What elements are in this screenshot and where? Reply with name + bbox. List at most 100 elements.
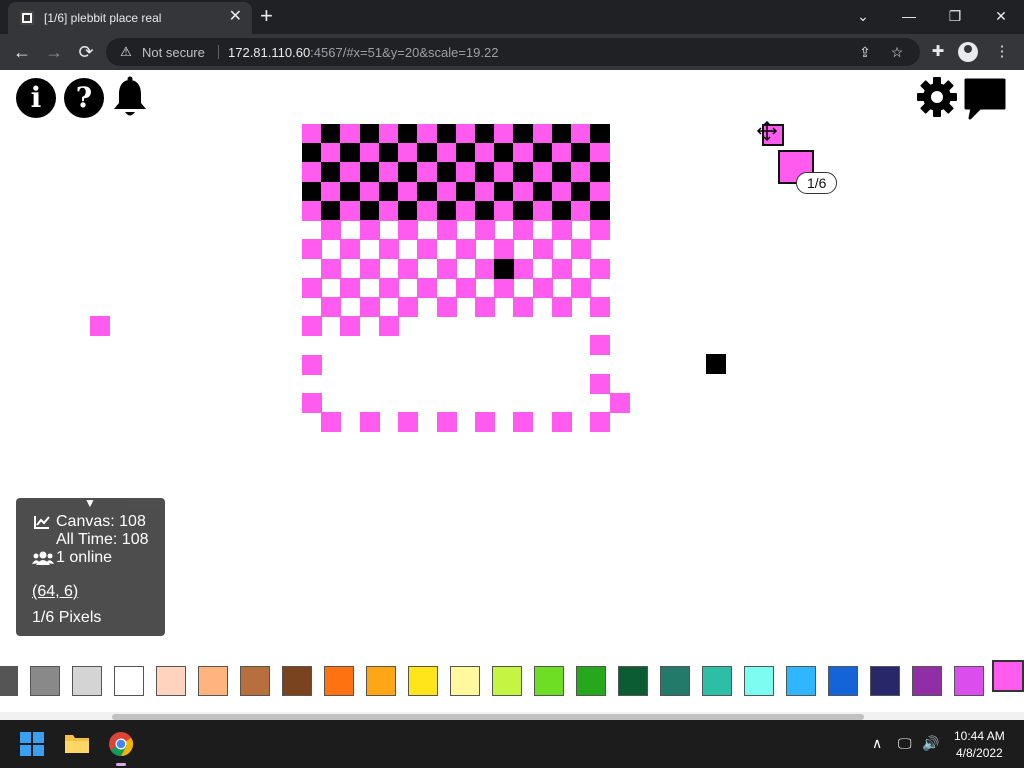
palette-swatch[interactable] [156, 666, 186, 696]
browser-tab[interactable]: [1/6] plebbit place real ✕ [8, 2, 252, 34]
chrome-icon[interactable] [108, 731, 134, 757]
canvas-pixel [474, 296, 495, 317]
canvas-pixel [571, 239, 592, 260]
new-tab-button[interactable]: + [260, 4, 273, 28]
all-time-count: All Time: 108 [56, 531, 149, 548]
tab-close-button[interactable]: ✕ [229, 8, 242, 26]
profile-icon[interactable] [958, 42, 978, 62]
close-window-button[interactable]: ✕ [986, 4, 1016, 28]
security-label[interactable]: Not secure [142, 45, 205, 60]
canvas-pixel [436, 220, 457, 241]
palette-swatch[interactable] [450, 666, 480, 696]
palette-swatch[interactable] [744, 666, 774, 696]
collapse-chevron-icon[interactable]: ▼ [84, 496, 96, 510]
users-icon [32, 551, 54, 565]
tab-search-button[interactable]: ⌄ [848, 4, 878, 28]
gear-icon[interactable] [916, 76, 958, 118]
pixel-counter-badge: 1/6 [796, 172, 838, 194]
canvas-pixel [474, 258, 495, 279]
canvas-pixel [474, 220, 495, 241]
canvas-pixel [590, 200, 611, 221]
extensions-icon[interactable]: ✚ [926, 40, 950, 64]
canvas-pixel [513, 143, 534, 164]
windows-start-icon[interactable] [20, 732, 44, 756]
canvas-pixel [551, 220, 572, 241]
canvas-pixel [398, 296, 419, 317]
bell-icon[interactable] [110, 76, 150, 120]
palette-swatch[interactable] [408, 666, 438, 696]
info-button[interactable]: i [16, 78, 56, 118]
canvas-pixel [398, 143, 419, 164]
palette-swatch[interactable] [992, 660, 1024, 692]
minimize-button[interactable]: — [894, 4, 924, 28]
palette-swatch[interactable] [786, 666, 816, 696]
palette-swatch[interactable] [912, 666, 942, 696]
palette-swatch[interactable] [0, 666, 18, 696]
palette-swatch[interactable] [492, 666, 522, 696]
canvas-pixel [417, 200, 438, 221]
canvas-pixel [513, 220, 534, 241]
canvas-pixel [436, 143, 457, 164]
palette-swatch[interactable] [576, 666, 606, 696]
palette-swatch[interactable] [702, 666, 732, 696]
palette-swatch[interactable] [870, 666, 900, 696]
palette-swatch[interactable] [282, 666, 312, 696]
palette-swatch[interactable] [954, 666, 984, 696]
palette-swatch[interactable] [534, 666, 564, 696]
chart-icon [34, 516, 50, 529]
pixels-remaining: 1/6 Pixels [32, 609, 102, 626]
canvas-pixel [302, 162, 322, 183]
url-host: 172.81.110.60 [228, 45, 311, 60]
canvas-pixel [571, 277, 592, 298]
palette-swatch[interactable] [198, 666, 228, 696]
chat-icon[interactable] [962, 76, 1008, 120]
palette-swatch[interactable] [324, 666, 354, 696]
menu-icon[interactable]: ⋮ [990, 40, 1014, 64]
volume-icon[interactable]: 🔊 [922, 733, 939, 753]
share-icon[interactable]: ⇪ [856, 43, 874, 61]
canvas-pixel [398, 124, 419, 144]
canvas-pixel [513, 162, 534, 183]
clock-time[interactable]: 10:44 AM [954, 729, 1005, 743]
canvas-pixel [571, 200, 592, 221]
url-text[interactable]: 172.81.110.60:4567/#x=51&y=20&scale=19.2… [228, 45, 498, 60]
canvas-pixel [590, 335, 611, 356]
palette-swatch[interactable] [366, 666, 396, 696]
network-icon[interactable]: 🖵 [898, 733, 912, 753]
star-icon[interactable]: ☆ [888, 43, 906, 61]
coordinates-link[interactable]: (64, 6) [32, 583, 78, 601]
clock-date[interactable]: 4/8/2022 [956, 746, 1003, 760]
active-app-indicator [116, 763, 126, 766]
canvas-pixel [302, 200, 322, 221]
palette-swatch[interactable] [30, 666, 60, 696]
palette-swatch[interactable] [114, 666, 144, 696]
palette-swatch[interactable] [618, 666, 648, 696]
address-bar[interactable]: ⚠ Not secure 172.81.110.60:4567/#x=51&y=… [106, 38, 920, 66]
palette-swatch[interactable] [72, 666, 102, 696]
reload-button[interactable]: ⟳ [74, 40, 98, 64]
file-explorer-icon[interactable] [64, 732, 90, 754]
url-path: :4567/#x=51&y=20&scale=19.22 [310, 45, 499, 60]
canvas-pixel [571, 143, 592, 164]
canvas-pixel [340, 277, 361, 298]
help-button[interactable]: ? [64, 78, 104, 118]
canvas-pixel [551, 412, 572, 433]
canvas-pixel [436, 258, 457, 279]
palette-swatch[interactable] [240, 666, 270, 696]
warning-icon[interactable]: ⚠ [118, 44, 134, 60]
restore-button[interactable]: ❐ [940, 4, 970, 28]
canvas-pixel [90, 316, 110, 336]
canvas-pixel [513, 258, 534, 279]
palette-swatch[interactable] [660, 666, 690, 696]
forward-button[interactable]: → [42, 40, 66, 64]
canvas-pixel [436, 124, 457, 144]
palette-swatch[interactable] [828, 666, 858, 696]
canvas-pixel [551, 143, 572, 164]
canvas-pixel [359, 143, 380, 164]
canvas-pixel [378, 200, 399, 221]
tray-chevron-icon[interactable]: ∧ [872, 733, 882, 753]
online-count: 1 online [56, 549, 113, 566]
canvas-pixel [532, 200, 553, 221]
back-button[interactable]: ← [10, 40, 34, 64]
favicon-icon [20, 11, 34, 25]
